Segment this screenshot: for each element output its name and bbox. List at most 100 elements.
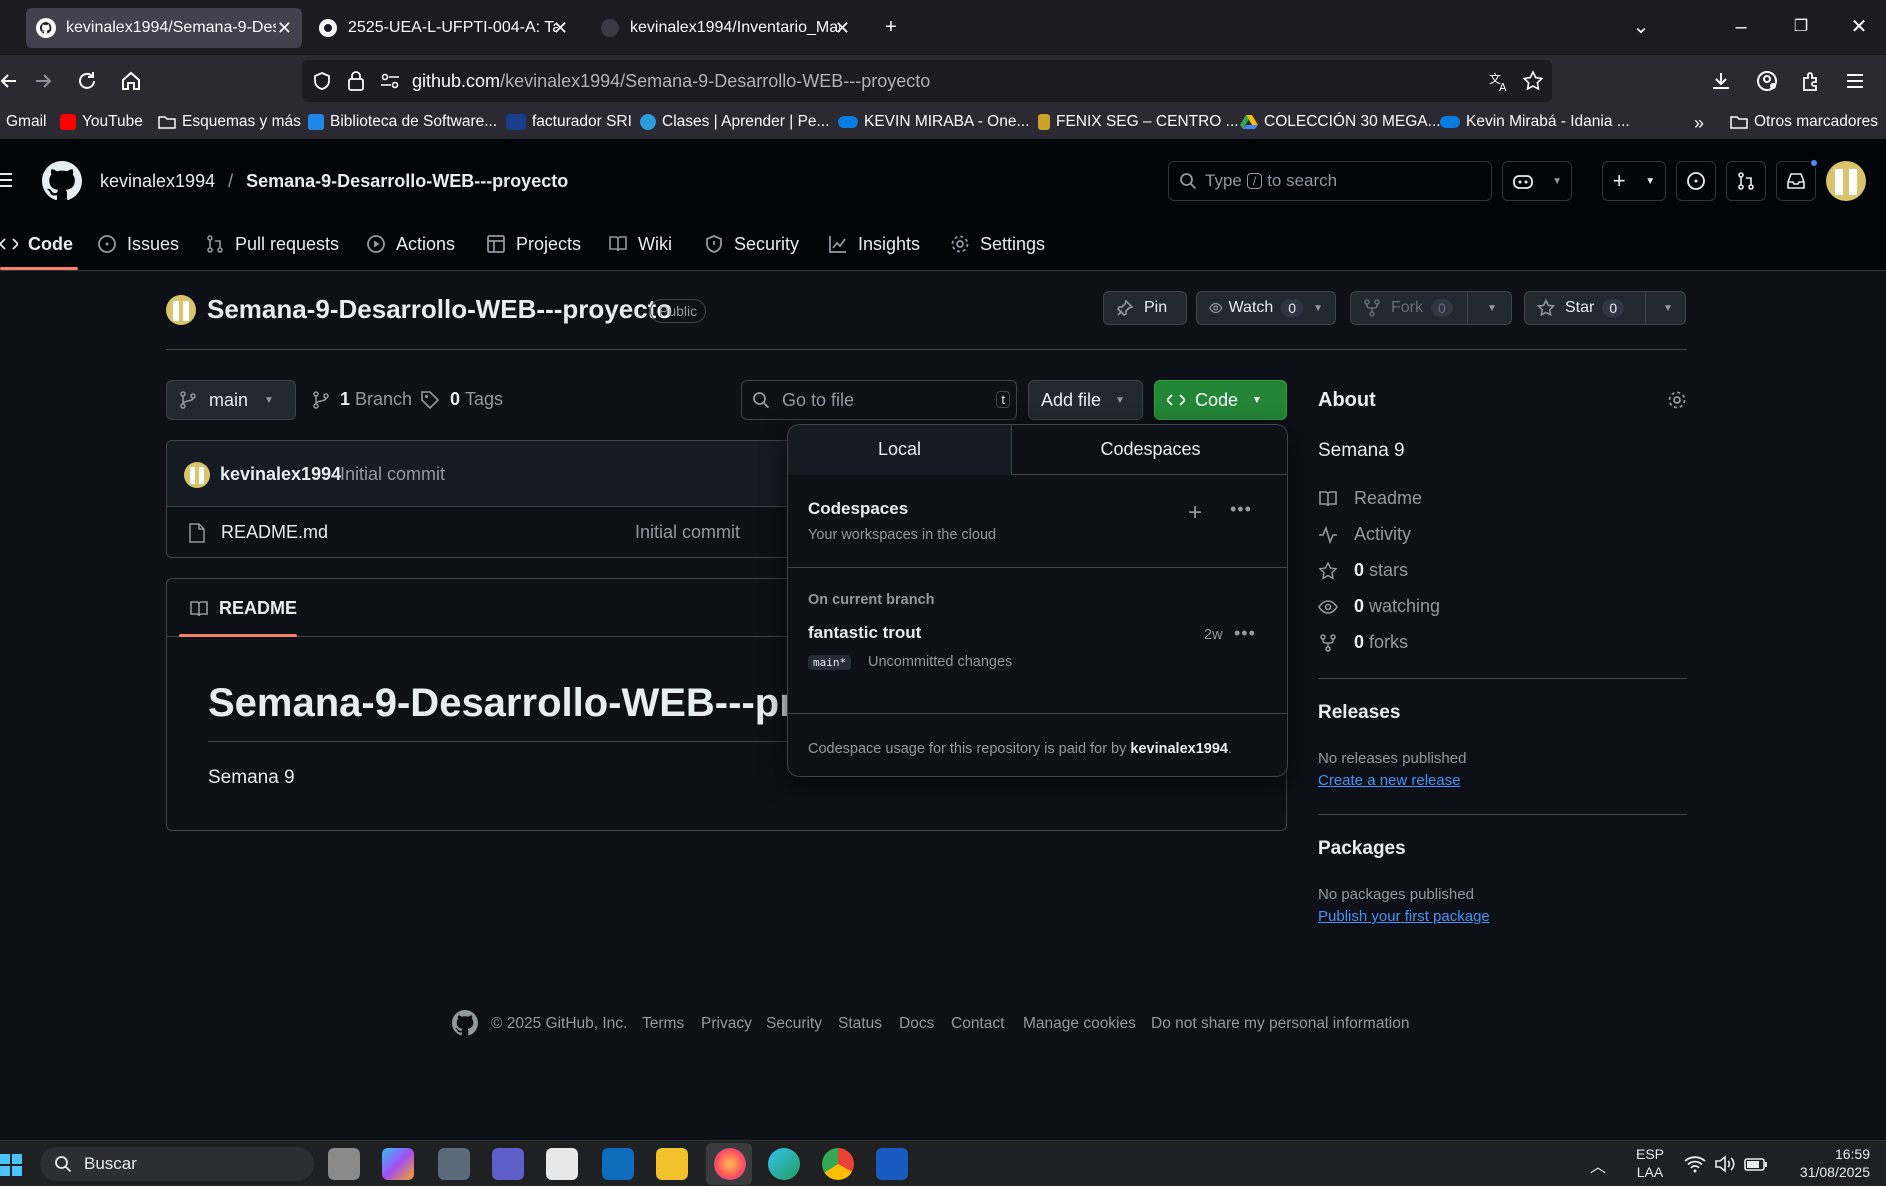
tab-actions[interactable]: Actions	[366, 229, 455, 259]
battery-icon[interactable]	[1744, 1155, 1768, 1173]
translate-icon[interactable]: 文A	[1488, 70, 1510, 92]
tab-issues[interactable]: Issues	[97, 229, 179, 259]
address-bar[interactable]: github.com/kevinalex1994/Semana-9-Desarr…	[302, 60, 1552, 102]
minimize-icon[interactable]: –	[1726, 12, 1756, 42]
gear-icon[interactable]	[1667, 390, 1687, 410]
language-indicator[interactable]: ESP LAA	[1636, 1145, 1664, 1181]
bookmark-gmail[interactable]: Gmail	[6, 113, 46, 131]
file-explorer-icon[interactable]	[656, 1148, 688, 1180]
repo-owner-avatar[interactable]	[166, 295, 196, 325]
about-forks-link[interactable]: 0 forks	[1318, 632, 1408, 653]
readme-tab[interactable]: README	[189, 598, 297, 619]
bookmark-biblioteca[interactable]: Biblioteca de Software...	[308, 113, 497, 131]
avatar[interactable]	[1826, 161, 1866, 201]
close-window-icon[interactable]: ✕	[1844, 12, 1874, 42]
forward-icon[interactable]	[28, 66, 58, 96]
tab-pull-requests[interactable]: Pull requests	[205, 229, 339, 259]
about-readme-link[interactable]: Readme	[1318, 488, 1422, 509]
menu-icon[interactable]	[1840, 66, 1870, 96]
footer-link-security[interactable]: Security	[766, 1015, 822, 1033]
create-new-button[interactable]: + ▼	[1602, 161, 1666, 201]
file-commit-message[interactable]: Initial commit	[635, 522, 740, 543]
codespace-item[interactable]: fantastic trout 2w ••• main* Uncommitted…	[788, 617, 1287, 681]
edge-icon[interactable]	[768, 1148, 800, 1180]
tab-list-chevron-icon[interactable]: ⌄	[1626, 12, 1656, 42]
new-tab-icon[interactable]: +	[876, 12, 906, 42]
footer-link-contact[interactable]: Contact	[951, 1015, 1004, 1033]
lock-icon[interactable]	[346, 70, 366, 92]
about-stars-link[interactable]: 0 stars	[1318, 560, 1408, 581]
teams-icon[interactable]	[492, 1148, 524, 1180]
browser-tab[interactable]: kevinalex1994/Inventario_Marcial ✕	[590, 8, 860, 48]
reload-icon[interactable]	[72, 66, 102, 96]
bookmark-fenix[interactable]: FENIX SEG – CENTRO ...	[1038, 113, 1239, 131]
tab-wiki[interactable]: Wiki	[608, 229, 672, 259]
plus-icon[interactable]: +	[1188, 501, 1202, 525]
bookmark-youtube[interactable]: YouTube	[60, 113, 143, 131]
commit-author[interactable]: kevinalex1994	[220, 464, 341, 485]
popover-tab-local[interactable]: Local	[788, 425, 1011, 475]
home-icon[interactable]	[116, 66, 146, 96]
chevron-down-icon[interactable]: ▼	[1487, 303, 1497, 314]
footer-link-manage-cookies[interactable]: Manage cookies	[1023, 1015, 1136, 1033]
chevron-up-icon[interactable]: ︿	[1590, 1153, 1606, 1177]
extensions-icon[interactable]	[1796, 66, 1826, 96]
calculator-icon[interactable]	[438, 1148, 470, 1180]
browser-tab-active[interactable]: kevinalex1994/Semana-9-Desarrollo-WEB---…	[26, 8, 302, 48]
bookmark-onedrive-kevin[interactable]: KEVIN MIRABA - One...	[838, 113, 1029, 131]
tab-insights[interactable]: Insights	[828, 229, 920, 259]
tab-close-icon[interactable]: ✕	[835, 18, 850, 39]
hamburger-menu-icon[interactable]	[0, 170, 16, 190]
tab-close-icon[interactable]: ✕	[277, 18, 292, 39]
bookmark-folder-esquemas[interactable]: Esquemas y más	[158, 113, 301, 131]
copilot-app-icon[interactable]	[382, 1148, 414, 1180]
bookmark-star-icon[interactable]	[1522, 70, 1544, 92]
tab-projects[interactable]: Projects	[486, 229, 581, 259]
bookmark-coleccion[interactable]: COLECCIÓN 30 MEGA...	[1240, 113, 1441, 131]
chevron-down-icon[interactable]: ▼	[1663, 303, 1673, 314]
tab-close-icon[interactable]: ✕	[553, 18, 568, 39]
commit-author-avatar[interactable]	[184, 462, 210, 488]
commit-message[interactable]: Initial commit	[340, 464, 445, 485]
windows-start-icon[interactable]	[0, 1154, 22, 1176]
account-icon[interactable]	[1752, 66, 1782, 96]
global-search-input[interactable]: Type / to search	[1168, 161, 1492, 201]
pull-requests-button[interactable]	[1726, 161, 1766, 201]
bookmark-onedrive-idania[interactable]: Kevin Mirabá - Idania ...	[1440, 113, 1630, 131]
word-icon[interactable]	[876, 1148, 908, 1180]
publish-package-link[interactable]: Publish your first package	[1318, 908, 1490, 925]
back-icon[interactable]	[0, 66, 24, 96]
tab-settings[interactable]: Settings	[950, 229, 1045, 259]
pin-button[interactable]: Pin	[1103, 291, 1187, 325]
bookmark-clases[interactable]: Clases | Aprender | Pe...	[640, 113, 829, 131]
inbox-button[interactable]	[1776, 158, 1819, 201]
kebab-horizontal-icon[interactable]: •••	[1234, 623, 1256, 644]
url-text[interactable]: github.com/kevinalex1994/Semana-9-Desarr…	[412, 71, 930, 92]
chrome-icon[interactable]	[822, 1148, 854, 1180]
watch-button[interactable]: Watch 0 ▼	[1196, 291, 1336, 325]
footer-link-status[interactable]: Status	[838, 1015, 882, 1033]
volume-icon[interactable]	[1714, 1155, 1736, 1173]
about-activity-link[interactable]: Activity	[1318, 524, 1411, 545]
outlook-icon[interactable]	[602, 1148, 634, 1180]
go-to-file-input[interactable]: Go to file t	[741, 380, 1017, 420]
about-watching-link[interactable]: 0 watching	[1318, 596, 1440, 617]
tab-code[interactable]: Code	[0, 229, 73, 259]
star-button[interactable]: Star 0 ▼	[1524, 291, 1686, 325]
taskbar-search[interactable]: Buscar	[40, 1147, 314, 1181]
github-logo-icon[interactable]	[42, 161, 82, 201]
chevron-down-icon[interactable]: ▼	[1313, 303, 1323, 314]
browser-tab[interactable]: 2525-UEA-L-UFPTI-004-A: Tarea ✕	[308, 8, 578, 48]
branch-selector[interactable]: main ▼	[166, 380, 296, 420]
site-permissions-icon[interactable]	[380, 72, 400, 90]
breadcrumb-repo[interactable]: Semana-9-Desarrollo-WEB---proyecto	[246, 171, 568, 191]
more-bookmarks-chevron-icon[interactable]: »	[1694, 113, 1704, 134]
store-icon[interactable]	[546, 1148, 578, 1180]
branches-link[interactable]: 1 Branch	[312, 389, 412, 410]
footer-link-privacy[interactable]: Privacy	[701, 1015, 752, 1033]
downloads-icon[interactable]	[1706, 66, 1736, 96]
restore-icon[interactable]: ❐	[1786, 12, 1816, 42]
clock[interactable]: 16:59 31/08/2025	[1770, 1145, 1870, 1181]
github-logo-icon[interactable]	[452, 1010, 478, 1036]
packages-title[interactable]: Packages	[1318, 838, 1406, 860]
